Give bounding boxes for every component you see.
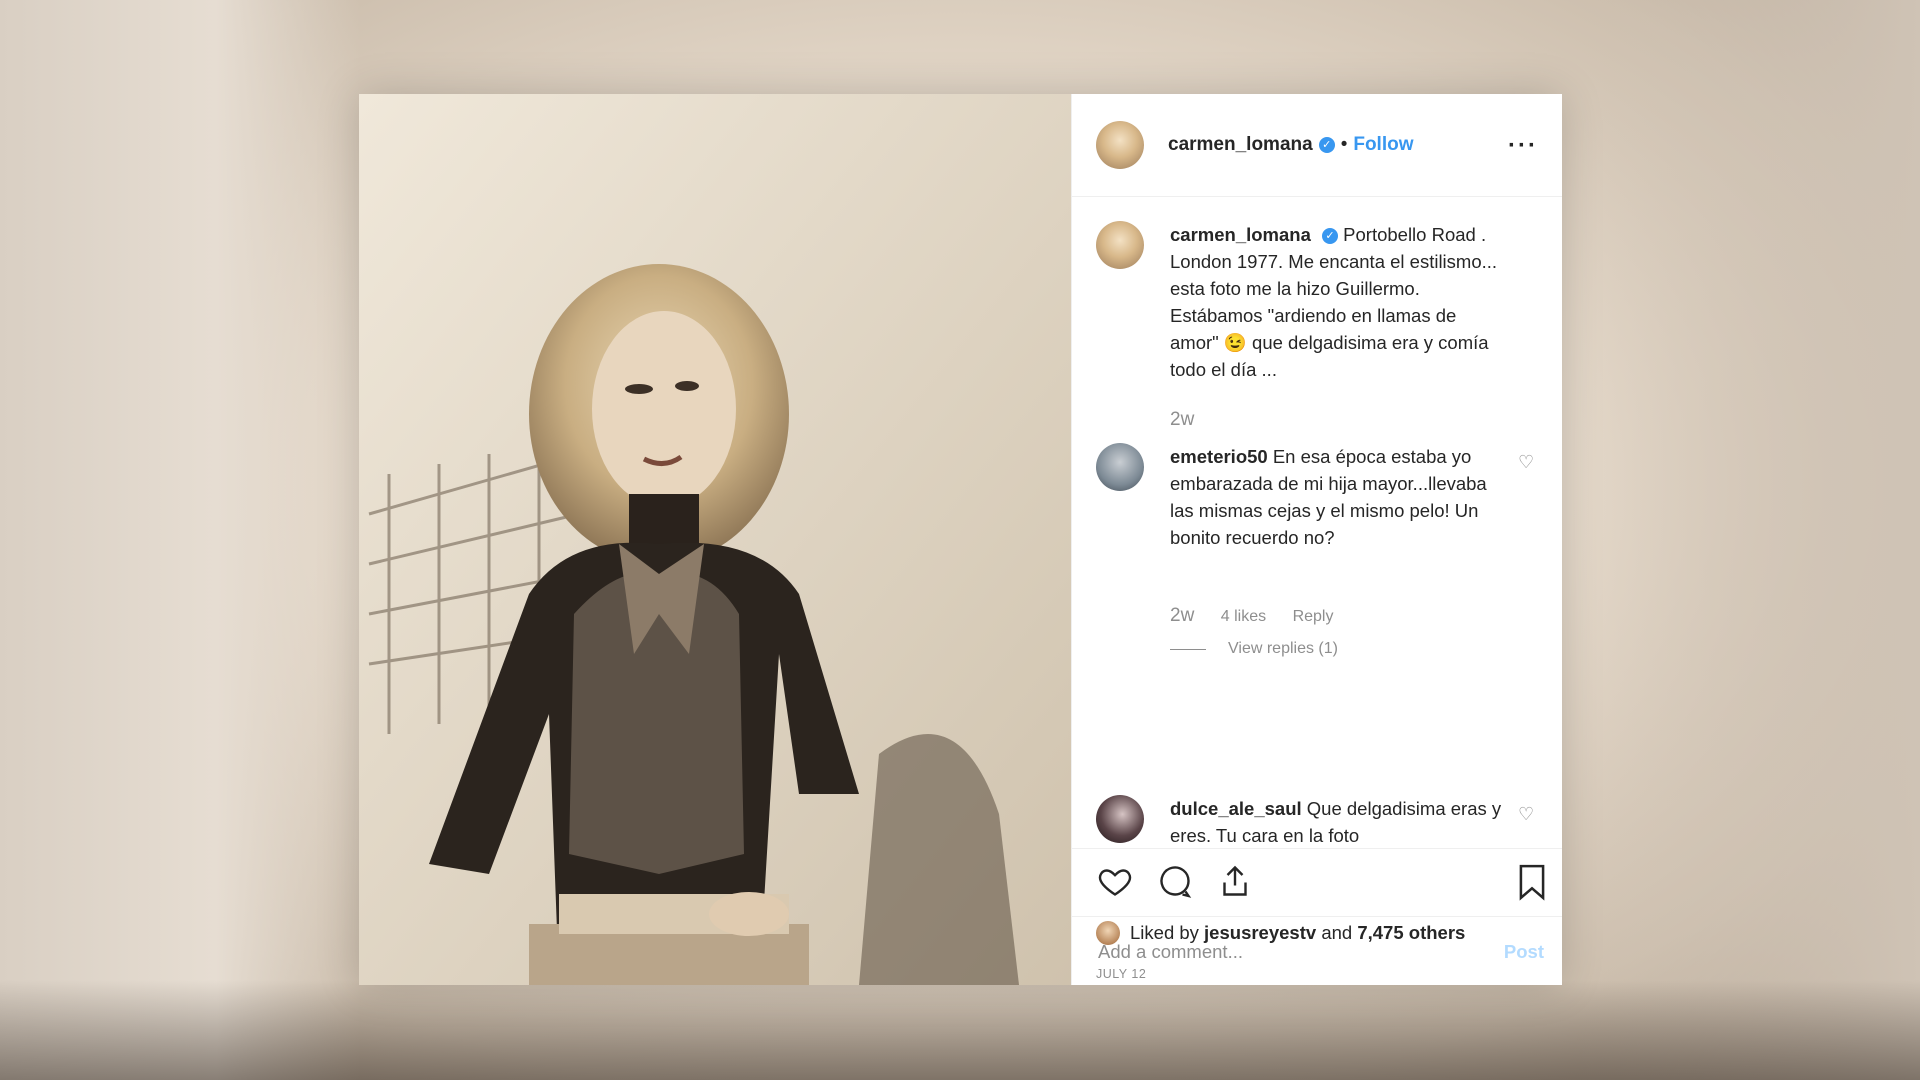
caption-meta: 2w: [1170, 409, 1216, 431]
save-button[interactable]: [1516, 863, 1548, 901]
comment-text-block: emeterio50 En esa época estaba yo embara…: [1170, 443, 1510, 551]
background-blur-bottom: [0, 980, 1920, 1080]
commenter-avatar[interactable]: [1096, 443, 1144, 491]
verified-icon: ✓: [1322, 228, 1339, 245]
caption-entry: carmen_lomana ✓ Portobello Road . London…: [1096, 221, 1536, 461]
comment-item: dulce_ale_saul Que delgadisima eras y er…: [1096, 795, 1536, 847]
post-comment-button[interactable]: Post: [1504, 941, 1544, 963]
comment-text-block: dulce_ale_saul Que delgadisima eras y er…: [1170, 795, 1510, 847]
view-replies-line: [1170, 648, 1206, 650]
background-blur-left: [0, 0, 360, 1080]
comment-item: emeterio50 En esa época estaba yo embara…: [1096, 443, 1536, 673]
comment-likes[interactable]: 4 likes: [1221, 608, 1266, 625]
post-header: carmen_lomana ✓ • Follow ···: [1072, 94, 1562, 197]
post-photo[interactable]: [359, 94, 1071, 985]
bookmark-icon[interactable]: [1516, 863, 1548, 901]
view-replies-label: View replies (1): [1228, 640, 1338, 657]
share-icon[interactable]: [1216, 863, 1254, 899]
follow-button[interactable]: Follow: [1353, 134, 1413, 156]
separator-dot: •: [1340, 134, 1348, 155]
author-username[interactable]: carmen_lomana: [1168, 134, 1313, 156]
comment-like-icon[interactable]: ♡: [1518, 805, 1536, 823]
author-avatar[interactable]: [1096, 121, 1144, 169]
view-replies-button[interactable]: View replies (1): [1170, 640, 1338, 658]
caption-text-block: carmen_lomana ✓ Portobello Road . London…: [1170, 221, 1510, 383]
comment-icon[interactable]: [1156, 863, 1194, 899]
post-side-panel: carmen_lomana ✓ • Follow ··· carmen_loma…: [1071, 94, 1562, 985]
heart-icon[interactable]: [1096, 863, 1134, 899]
instagram-post-card: carmen_lomana ✓ • Follow ··· carmen_loma…: [359, 94, 1562, 985]
comment-reply-button[interactable]: Reply: [1293, 608, 1334, 625]
comment-like-icon[interactable]: ♡: [1518, 453, 1536, 471]
caption-username[interactable]: carmen_lomana: [1170, 224, 1311, 245]
vintage-portrait-image: [359, 94, 1071, 985]
comments-list[interactable]: carmen_lomana ✓ Portobello Road . London…: [1072, 197, 1562, 847]
add-comment-bar: Post: [1072, 916, 1562, 986]
action-icons: [1096, 863, 1254, 899]
comment-time: 2w: [1170, 605, 1195, 626]
commenter-avatar[interactable]: [1096, 795, 1144, 843]
verified-icon: ✓: [1318, 137, 1335, 153]
add-comment-input[interactable]: [1096, 939, 1480, 964]
comment-username[interactable]: emeterio50: [1170, 446, 1268, 467]
caption-avatar[interactable]: [1096, 221, 1144, 269]
background-blur-right: [1580, 0, 1920, 1080]
more-icon[interactable]: ···: [1508, 132, 1538, 160]
comment-username[interactable]: dulce_ale_saul: [1170, 798, 1302, 819]
caption-time: 2w: [1170, 409, 1195, 430]
caption-text: Portobello Road . London 1977. Me encant…: [1170, 224, 1498, 380]
comment-meta: 2w 4 likes Reply: [1170, 605, 1355, 627]
